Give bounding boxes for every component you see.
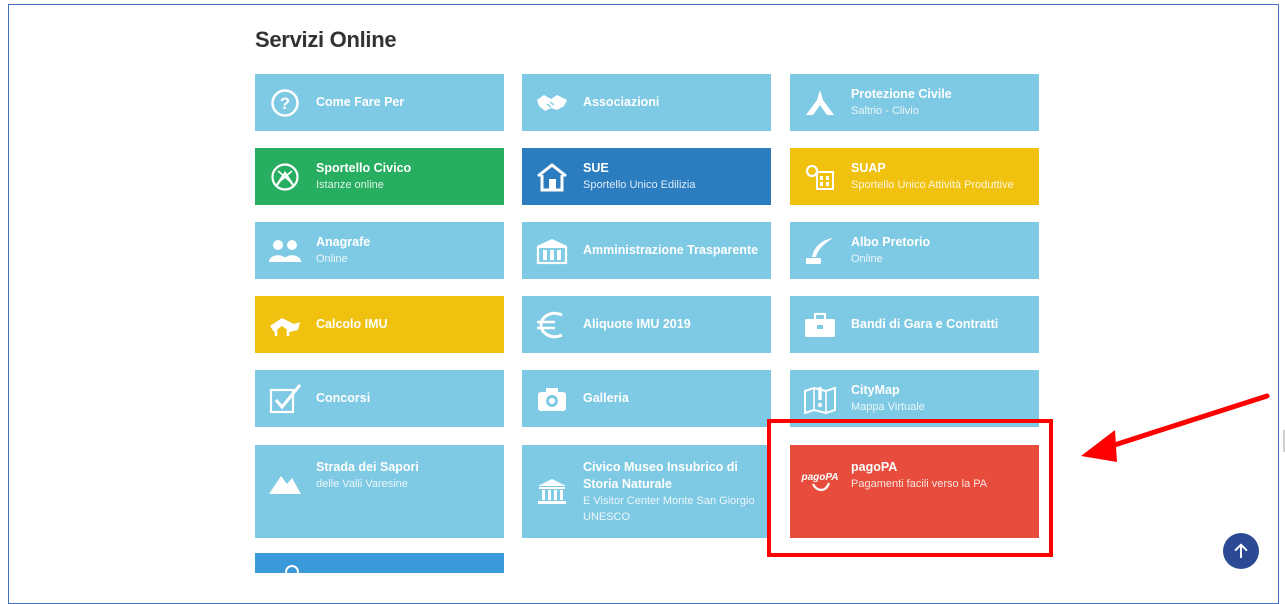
tile-protezione-civile[interactable]: Protezione Civile Saltrio - Clivio — [790, 74, 1039, 131]
tile-title: Anagrafe — [316, 235, 371, 249]
euro-icon — [535, 310, 569, 340]
mountain-icon — [268, 467, 302, 497]
tile-title: Associazioni — [583, 95, 660, 109]
tile-title: CityMap — [851, 383, 900, 397]
tile-amministrazione-trasparente[interactable]: Amministrazione Trasparente — [522, 222, 771, 279]
tile-subtitle: Online — [316, 253, 348, 265]
tile-come-fare-per[interactable]: ? Come Fare Per — [255, 74, 504, 131]
red-arrow-icon — [1081, 393, 1270, 462]
partial-icon — [285, 565, 299, 579]
arrow-up-icon — [1234, 543, 1248, 559]
tile-subtitle: Online — [851, 253, 883, 265]
tile-subtitle: Sportello Unico Edilizia — [583, 179, 696, 191]
factory-icon — [803, 162, 837, 192]
scroll-to-top-button[interactable] — [1223, 533, 1259, 569]
tile-subtitle: Mappa Virtuale — [851, 401, 925, 413]
civic-desk-icon — [268, 162, 302, 192]
tile-associazioni[interactable]: Associazioni — [522, 74, 771, 131]
tile-title: Sportello Civico — [316, 161, 412, 175]
house-icon — [535, 162, 569, 192]
tile-sue[interactable]: SUE Sportello Unico Edilizia — [522, 148, 771, 205]
question-circle-icon: ? — [268, 88, 302, 118]
tile-title: SUAP — [851, 161, 886, 175]
tile-suap[interactable]: SUAP Sportello Unico Attività Produttive — [790, 148, 1039, 205]
house-roof-icon — [268, 310, 302, 340]
tile-title: Galleria — [583, 391, 629, 405]
tile-title: Protezione Civile — [851, 87, 952, 101]
section-title: Servizi Online — [255, 27, 397, 52]
tile-subtitle: Sportello Unico Attività Produttive — [851, 179, 1014, 191]
tile-strada-sapori[interactable]: Strada dei Sapori delle Valli Varesine — [255, 445, 504, 538]
building-icon — [535, 236, 569, 266]
tile-aliquote-imu[interactable]: Aliquote IMU 2019 — [522, 296, 771, 353]
tile-anagrafe[interactable]: Anagrafe Online — [255, 222, 504, 279]
tile-title: Amministrazione Trasparente — [583, 243, 759, 257]
tile-calcolo-imu[interactable]: Calcolo IMU — [255, 296, 504, 353]
checkbox-icon — [268, 384, 302, 414]
people-icon — [268, 236, 302, 266]
map-icon — [803, 384, 837, 414]
tile-concorsi[interactable]: Concorsi — [255, 370, 504, 427]
tile-title: Concorsi — [316, 391, 371, 405]
tile-subtitle: E Visitor Center Monte San Giorgio UNESC… — [583, 495, 755, 523]
museum-icon — [535, 477, 569, 507]
tile-subtitle: Istanze online — [316, 179, 384, 191]
tile-sportello-civico[interactable]: Sportello Civico Istanze online — [255, 148, 504, 205]
handshake-icon — [535, 88, 569, 118]
highlight-box — [767, 419, 1053, 557]
svg-text:?: ? — [280, 94, 290, 113]
briefcase-icon — [803, 310, 837, 340]
tile-partial[interactable] — [255, 553, 504, 579]
tile-title: SUE — [583, 161, 609, 175]
tile-subtitle: delle Valli Varesine — [316, 478, 408, 490]
tile-galleria[interactable]: Galleria — [522, 370, 771, 427]
quill-icon — [803, 236, 837, 266]
civil-protection-icon — [803, 88, 837, 118]
tile-bandi-gara[interactable]: Bandi di Gara e Contratti — [790, 296, 1039, 353]
tile-title: Aliquote IMU 2019 — [583, 317, 691, 331]
tile-title: Bandi di Gara e Contratti — [851, 317, 999, 331]
camera-icon — [535, 384, 569, 414]
tile-title: Calcolo IMU — [316, 317, 388, 331]
tile-title: Civico Museo Insubrico di Storia Natural… — [583, 460, 738, 491]
tile-albo-pretorio[interactable]: Albo Pretorio Online — [790, 222, 1039, 279]
tile-civico-museo[interactable]: Civico Museo Insubrico di Storia Natural… — [522, 445, 771, 538]
tile-title: Come Fare Per — [316, 95, 405, 109]
tile-title: Albo Pretorio — [851, 235, 931, 249]
tile-subtitle: Saltrio - Clivio — [851, 105, 919, 117]
tile-title: Strada dei Sapori — [316, 460, 419, 474]
